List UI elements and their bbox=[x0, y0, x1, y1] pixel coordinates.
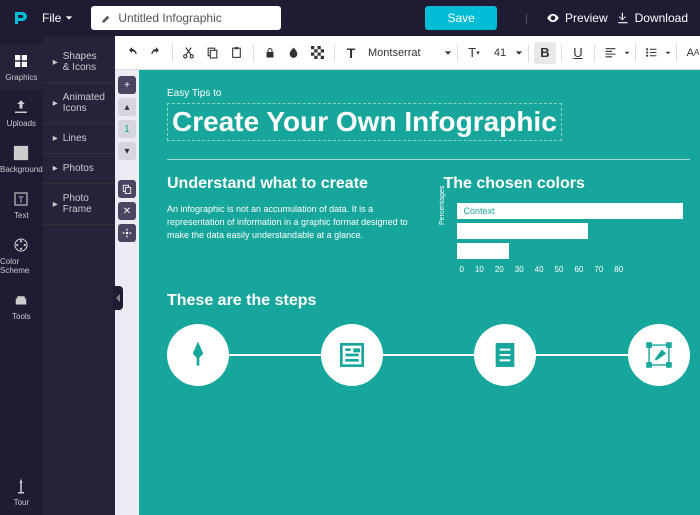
section1-body[interactable]: An infographic is not an accumulation of… bbox=[167, 203, 414, 241]
step-circle-2[interactable] bbox=[321, 324, 383, 386]
step-circle-4[interactable] bbox=[628, 324, 690, 386]
nav-color-scheme[interactable]: Color Scheme bbox=[0, 228, 43, 283]
panel-collapse-button[interactable] bbox=[113, 286, 123, 310]
page-number[interactable]: 1 bbox=[118, 120, 136, 138]
canvas[interactable]: Easy Tips to Create Your Own Infographic… bbox=[139, 70, 700, 515]
steps-heading[interactable]: These are the steps bbox=[167, 292, 690, 310]
chart-bar bbox=[457, 223, 587, 239]
separator: | bbox=[525, 11, 528, 25]
redo-button[interactable] bbox=[145, 42, 167, 64]
font-size-decrease[interactable]: T▾ bbox=[463, 42, 485, 64]
pencil-icon bbox=[101, 13, 112, 24]
undo-button[interactable] bbox=[121, 42, 143, 64]
steps-row[interactable] bbox=[167, 324, 690, 386]
panel-shapes-icons[interactable]: ▸Shapes & Icons bbox=[43, 42, 115, 83]
chevron-down-icon bbox=[624, 50, 630, 56]
chart-x-axis: 01020304050607080 bbox=[459, 265, 690, 274]
font-family-select[interactable]: Montserrat bbox=[364, 47, 442, 59]
nav-text[interactable]: TText bbox=[0, 182, 43, 228]
document-title-text: Untitled Infographic bbox=[118, 11, 221, 25]
newspaper-icon bbox=[336, 339, 368, 371]
step-connector bbox=[536, 354, 628, 356]
design-brush-icon bbox=[642, 338, 676, 372]
bold-button[interactable]: B bbox=[534, 42, 556, 64]
section1-heading[interactable]: Understand what to create bbox=[167, 174, 414, 193]
panel-lines[interactable]: ▸Lines bbox=[43, 124, 115, 154]
chevron-down-icon bbox=[65, 14, 73, 22]
section2-heading[interactable]: The chosen colors bbox=[443, 174, 690, 193]
align-button[interactable] bbox=[600, 42, 622, 64]
font-size-input[interactable]: 41 bbox=[487, 47, 513, 59]
step-connector bbox=[383, 354, 475, 356]
list-button[interactable] bbox=[641, 42, 663, 64]
chevron-down-icon bbox=[444, 49, 452, 57]
add-page-button[interactable]: + bbox=[118, 76, 136, 94]
download-icon bbox=[616, 11, 630, 25]
toolbar: T Montserrat T▾ 41 B U AA bbox=[115, 36, 700, 70]
nav-tour[interactable]: Tour bbox=[0, 469, 43, 515]
left-nav: Graphics Uploads Background TText Color … bbox=[0, 36, 43, 515]
lock-button[interactable] bbox=[259, 42, 281, 64]
page-settings-button[interactable] bbox=[118, 224, 136, 242]
preview-button[interactable]: Preview bbox=[546, 11, 608, 25]
svg-text:T: T bbox=[19, 195, 25, 205]
chart-ylabel: Percentages bbox=[439, 186, 446, 225]
duplicate-page-button[interactable] bbox=[118, 180, 136, 198]
paste-button[interactable] bbox=[226, 42, 248, 64]
page-down-button[interactable]: ▾ bbox=[118, 142, 136, 160]
app-logo bbox=[12, 9, 30, 27]
nav-tools[interactable]: Tools bbox=[0, 283, 43, 329]
underline-button[interactable]: U bbox=[567, 42, 589, 64]
pattern-button[interactable] bbox=[307, 42, 329, 64]
nav-graphics[interactable]: Graphics bbox=[0, 44, 43, 90]
chart-bar: Context bbox=[457, 203, 683, 219]
download-button[interactable]: Download bbox=[616, 11, 688, 25]
nav-background[interactable]: Background bbox=[0, 136, 43, 182]
cut-button[interactable] bbox=[178, 42, 200, 64]
text-color-button[interactable]: AA bbox=[682, 42, 700, 64]
eye-icon bbox=[546, 11, 560, 25]
pen-nib-icon bbox=[182, 339, 214, 371]
canvas-subtitle[interactable]: Easy Tips to bbox=[167, 88, 690, 99]
delete-page-button[interactable]: ✕ bbox=[118, 202, 136, 220]
step-circle-1[interactable] bbox=[167, 324, 229, 386]
canvas-title[interactable]: Create Your Own Infographic bbox=[167, 103, 562, 141]
file-menu[interactable]: File bbox=[42, 11, 73, 25]
step-circle-3[interactable] bbox=[474, 324, 536, 386]
opacity-button[interactable] bbox=[283, 42, 305, 64]
text-tool-button[interactable]: T bbox=[340, 42, 362, 64]
chevron-down-icon bbox=[515, 49, 523, 57]
document-title-input[interactable]: Untitled Infographic bbox=[91, 6, 281, 30]
panel-photos[interactable]: ▸Photos bbox=[43, 154, 115, 184]
graphics-panel: ▸Shapes & Icons ▸Animated Icons ▸Lines ▸… bbox=[43, 36, 115, 515]
chevron-down-icon bbox=[665, 50, 671, 56]
panel-animated-icons[interactable]: ▸Animated Icons bbox=[43, 83, 115, 124]
document-icon bbox=[489, 339, 521, 371]
step-connector bbox=[229, 354, 321, 356]
divider bbox=[167, 159, 690, 160]
bar-chart[interactable]: Percentages Context 01020304050607080 bbox=[443, 203, 690, 274]
chart-bar bbox=[457, 243, 508, 259]
save-button[interactable]: Save bbox=[425, 6, 496, 30]
chevron-left-icon bbox=[115, 293, 121, 303]
page-up-button[interactable]: ▴ bbox=[118, 98, 136, 116]
copy-button[interactable] bbox=[202, 42, 224, 64]
panel-photo-frame[interactable]: ▸Photo Frame bbox=[43, 184, 115, 225]
nav-uploads[interactable]: Uploads bbox=[0, 90, 43, 136]
